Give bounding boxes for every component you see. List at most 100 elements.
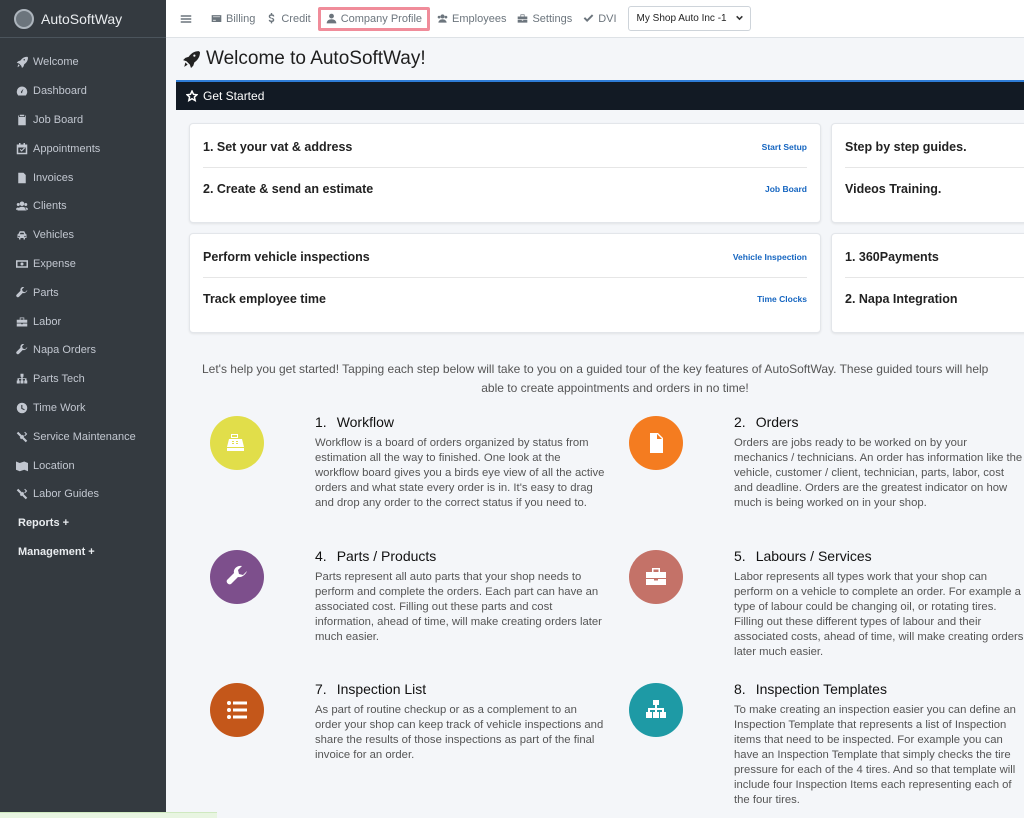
cash-register-icon — [227, 434, 244, 451]
card-row: 2. Create & send an estimate Job Board — [203, 182, 807, 196]
sidebar-item-label: Appointments — [33, 142, 101, 155]
nav-settings-label: Settings — [532, 12, 573, 25]
nav-company-profile[interactable]: Company Profile — [317, 6, 431, 31]
sidebar-item-vehicles[interactable]: Vehicles — [0, 221, 166, 250]
sidebar-item-clients[interactable]: Clients — [0, 192, 166, 221]
sidebar-item-label: Napa Orders — [33, 344, 96, 357]
menu-toggle-button[interactable] — [180, 13, 200, 25]
billing-icon — [211, 15, 222, 22]
feature-icon-circle — [629, 683, 683, 737]
employee-time-label: Track employee time — [203, 292, 326, 306]
sidebar-group-label: Reports + — [18, 517, 70, 530]
feature-icon-circle — [629, 416, 683, 470]
sidebar-item-service-maintenance[interactable]: Service Maintenance — [0, 422, 166, 451]
divider — [845, 167, 1024, 168]
sitemap-icon — [646, 700, 666, 718]
chevron-down-icon — [735, 15, 743, 21]
car-icon — [16, 229, 28, 241]
videos-training[interactable]: Videos Training. — [845, 182, 941, 196]
nav-billing-label: Billing — [226, 12, 256, 25]
divider — [845, 277, 1024, 278]
sidebar-item-label: Invoices — [33, 171, 74, 184]
toolbox-icon — [16, 316, 28, 328]
feature-description: Labor represents all types work that you… — [734, 571, 1024, 658]
sidebar-item-time-work[interactable]: Time Work — [0, 394, 166, 423]
feature-title: 2. Orders — [734, 414, 799, 430]
card-row[interactable]: Videos Training. — [845, 182, 1024, 196]
sidebar-item-label: Location — [33, 459, 75, 472]
sidebar-item-label: Labor Guides — [33, 488, 100, 501]
setup-card: 1. Set your vat & address Start Setup 2.… — [189, 123, 821, 223]
card-row[interactable]: 1. 360Payments — [845, 250, 1024, 264]
payments-integration[interactable]: 1. 360Payments — [845, 250, 939, 264]
sidebar-item-label: Vehicles — [33, 229, 74, 242]
feature-title: 8. Inspection Templates — [734, 681, 887, 697]
main-content: Welcome to AutoSoftWay! Get Started 1. S… — [166, 38, 1024, 818]
page-title: Welcome to AutoSoftWay! — [182, 48, 426, 70]
job-board-link[interactable]: Job Board — [765, 184, 807, 194]
feature-icon-circle — [629, 550, 683, 604]
sidebar-item-labor[interactable]: Labor — [0, 307, 166, 336]
users-icon — [437, 14, 448, 23]
brand[interactable]: AutoSoftWay — [0, 0, 166, 38]
sidebar-item-appointments[interactable]: Appointments — [0, 134, 166, 163]
nav-dvi[interactable]: DVI — [583, 12, 617, 25]
rocket-icon — [16, 56, 28, 69]
nav-dvi-label: DVI — [598, 12, 617, 25]
sidebar-nav: Welcome Dashboard Job Board Appointments… — [0, 38, 166, 566]
nav-settings[interactable]: Settings — [517, 13, 572, 25]
feature-title: 4. Parts / Products — [315, 548, 437, 564]
sidebar-item-location[interactable]: Location — [0, 451, 166, 480]
sidebar-group-reports[interactable]: Reports + — [0, 509, 166, 538]
clipboard-icon — [16, 114, 28, 126]
sidebar-item-invoices[interactable]: Invoices — [0, 163, 166, 192]
nav-billing[interactable]: Billing — [211, 13, 255, 25]
brand-name: AutoSoftWay — [41, 10, 123, 27]
sidebar-item-welcome[interactable]: Welcome — [0, 48, 166, 77]
sidebar-item-label: Job Board — [33, 113, 84, 126]
feature-description: Orders are jobs ready to be worked on by… — [734, 437, 1023, 509]
page-title-text: Welcome to AutoSoftWay! — [206, 48, 426, 69]
sidebar-item-label: Parts — [33, 286, 59, 299]
sidebar-item-parts[interactable]: Parts — [0, 278, 166, 307]
inspections-card: Perform vehicle inspections Vehicle Insp… — [189, 233, 821, 333]
get-started-header: Get Started — [176, 80, 1024, 110]
sidebar-group-management[interactable]: Management + — [0, 538, 166, 567]
sidebar-item-parts-tech[interactable]: Parts Tech — [0, 365, 166, 394]
sidebar-item-napa-orders[interactable]: Napa Orders — [0, 336, 166, 365]
feature-description: As part of routine checkup or as a compl… — [315, 704, 604, 761]
feature-description: To make creating an inspection easier yo… — [734, 704, 1016, 806]
sidebar-item-job-board[interactable]: Job Board — [0, 106, 166, 135]
estimate-step-label: 2. Create & send an estimate — [203, 182, 374, 196]
vehicle-inspection-link[interactable]: Vehicle Inspection — [733, 252, 807, 262]
sidebar-item-dashboard[interactable]: Dashboard — [0, 77, 166, 106]
toolbox-icon — [518, 14, 528, 23]
rocket-icon — [183, 51, 200, 68]
document-icon — [650, 433, 663, 453]
divider — [203, 167, 807, 168]
wrench-icon — [16, 286, 28, 299]
sidebar-item-expense[interactable]: Expense — [0, 250, 166, 279]
card-row[interactable]: 2. Napa Integration — [845, 292, 1024, 306]
setup-step-label: 1. Set your vat & address — [203, 140, 353, 154]
card-row: Perform vehicle inspections Vehicle Insp… — [203, 250, 807, 264]
sidebar-item-label: Expense — [33, 257, 76, 270]
user-icon — [326, 13, 337, 24]
start-setup-link[interactable]: Start Setup — [762, 142, 807, 152]
shop-select[interactable]: My Shop Auto Inc -1 — [627, 6, 751, 31]
nav-employees[interactable]: Employees — [437, 13, 506, 25]
napa-integration[interactable]: 2. Napa Integration — [845, 292, 958, 306]
sitemap-icon — [16, 373, 28, 385]
feature-icon-circle — [210, 550, 264, 604]
sidebar-item-labor-guides[interactable]: Labor Guides — [0, 480, 166, 509]
map-icon — [16, 460, 28, 472]
feature-icon-circle — [210, 416, 264, 470]
nav-company-profile-label: Company Profile — [340, 12, 423, 25]
step-by-step-guides[interactable]: Step by step guides. — [845, 140, 967, 154]
time-clocks-link[interactable]: Time Clocks — [757, 294, 807, 304]
tools-icon — [16, 488, 28, 500]
card-row[interactable]: Step by step guides. — [845, 140, 1024, 154]
nav-credit[interactable]: Credit — [266, 13, 311, 25]
sidebar-item-label: Welcome — [33, 56, 79, 69]
divider — [203, 277, 807, 278]
